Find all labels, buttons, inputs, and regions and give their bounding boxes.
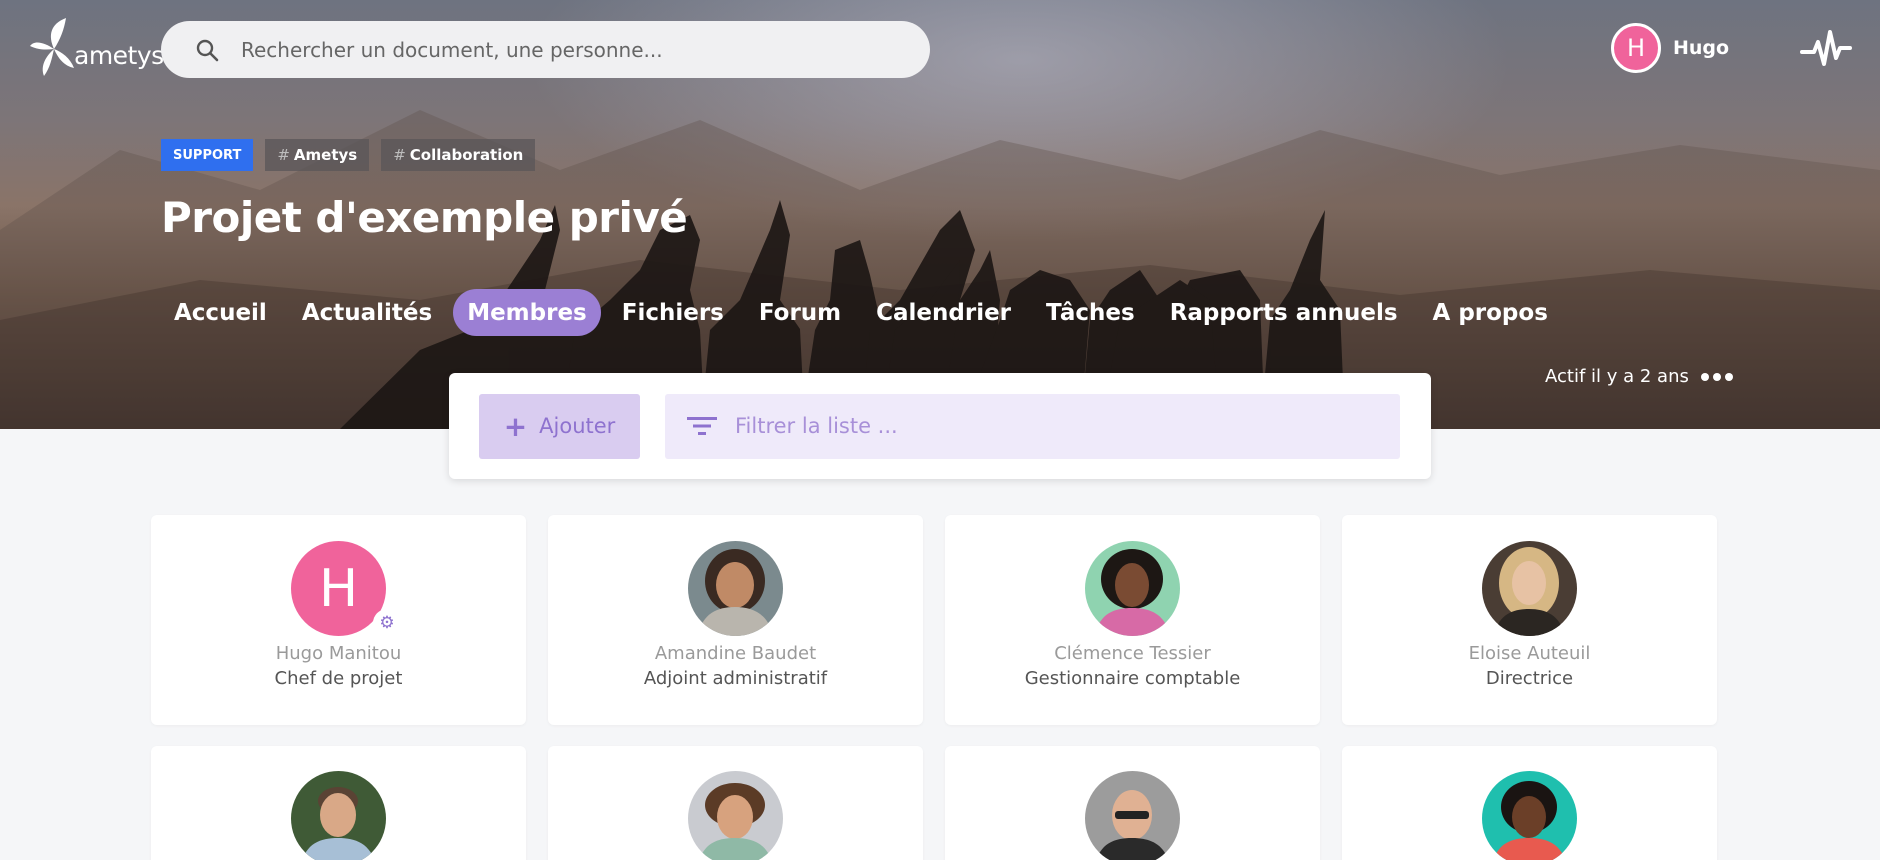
member-role: Gestionnaire comptable bbox=[1024, 668, 1241, 689]
add-member-button[interactable]: + Ajouter bbox=[479, 393, 640, 459]
activity-status: Actif il y a 2 ans bbox=[1545, 366, 1733, 387]
search-input[interactable] bbox=[241, 37, 891, 62]
member-name[interactable]: Amandine Baudet bbox=[548, 643, 923, 664]
member-card[interactable] bbox=[151, 746, 526, 860]
project-nav: Accueil Actualités Membres Fichiers Foru… bbox=[160, 289, 1569, 336]
tag-label: Collaboration bbox=[409, 146, 524, 164]
member-avatar bbox=[1482, 771, 1577, 860]
member-avatar bbox=[1482, 541, 1577, 636]
member-name[interactable]: Clémence Tessier bbox=[945, 643, 1320, 664]
member-name[interactable]: Eloise Auteuil bbox=[1342, 643, 1717, 664]
member-avatar bbox=[688, 541, 783, 636]
tab-forum[interactable]: Forum bbox=[745, 289, 855, 336]
tag-label: Ametys bbox=[293, 146, 358, 164]
member-avatar bbox=[1085, 771, 1180, 860]
project-tags: SUPPORT # Ametys # Collaboration bbox=[161, 139, 536, 171]
add-button-label: Ajouter bbox=[539, 414, 616, 438]
tab-taches[interactable]: Tâches bbox=[1032, 289, 1149, 336]
filter-box[interactable] bbox=[665, 393, 1400, 459]
user-menu[interactable]: H Hugo bbox=[1611, 23, 1729, 73]
tab-calendrier[interactable]: Calendrier bbox=[862, 289, 1025, 336]
member-avatar bbox=[1085, 541, 1180, 636]
tab-membres[interactable]: Membres bbox=[453, 289, 601, 336]
tag-support[interactable]: SUPPORT bbox=[161, 139, 254, 171]
filter-icon bbox=[687, 417, 717, 435]
hash-icon: # bbox=[393, 146, 406, 164]
plus-icon: + bbox=[503, 409, 528, 443]
tag-ametys[interactable]: # Ametys bbox=[265, 139, 370, 171]
member-role: Adjoint administratif bbox=[643, 668, 828, 689]
search-icon bbox=[196, 39, 219, 61]
project-banner: ametys H Hugo SUPPORT #Ametys #Collabora… bbox=[0, 0, 1880, 429]
more-dots-icon[interactable] bbox=[1700, 372, 1733, 381]
tab-accueil[interactable]: Accueil bbox=[160, 289, 281, 336]
member-card[interactable]: H ⚙ Hugo Manitou Chef de projet bbox=[151, 515, 526, 725]
user-name[interactable]: Hugo bbox=[1673, 37, 1729, 59]
member-role: Directrice bbox=[1485, 668, 1574, 689]
hash-icon: # bbox=[277, 146, 290, 164]
member-card[interactable] bbox=[548, 746, 923, 860]
member-avatar bbox=[688, 771, 783, 860]
tag-collaboration[interactable]: # Collaboration bbox=[381, 139, 536, 171]
gear-icon: ⚙ bbox=[373, 609, 401, 637]
member-avatar bbox=[291, 771, 386, 860]
activity-status-text: Actif il y a 2 ans bbox=[1545, 366, 1689, 387]
tab-actualites[interactable]: Actualités bbox=[288, 289, 446, 336]
tab-a-propos[interactable]: A propos bbox=[1419, 289, 1562, 336]
member-role: Chef de projet bbox=[274, 668, 403, 689]
member-card[interactable]: Amandine Baudet Adjoint administratif bbox=[548, 515, 923, 725]
global-search[interactable] bbox=[161, 21, 930, 78]
pulse-icon[interactable] bbox=[1800, 28, 1852, 70]
project-title: Projet d'exemple privé bbox=[161, 193, 688, 242]
member-name[interactable]: Hugo Manitou bbox=[151, 643, 526, 664]
user-avatar[interactable]: H bbox=[1611, 23, 1661, 73]
member-card[interactable] bbox=[1342, 746, 1717, 860]
member-card[interactable] bbox=[945, 746, 1320, 860]
butterfly-logo-icon bbox=[30, 18, 74, 76]
member-card[interactable]: Clémence Tessier Gestionnaire comptable bbox=[945, 515, 1320, 725]
members-toolbar: + Ajouter bbox=[449, 373, 1431, 479]
tab-rapports-annuels[interactable]: Rapports annuels bbox=[1156, 289, 1412, 336]
tab-fichiers[interactable]: Fichiers bbox=[608, 289, 738, 336]
ametys-logo[interactable]: ametys bbox=[28, 16, 164, 78]
filter-input[interactable] bbox=[735, 414, 1375, 438]
member-card[interactable]: Eloise Auteuil Directrice bbox=[1342, 515, 1717, 725]
logo-text: ametys bbox=[74, 41, 164, 70]
member-avatar: H bbox=[291, 541, 386, 636]
